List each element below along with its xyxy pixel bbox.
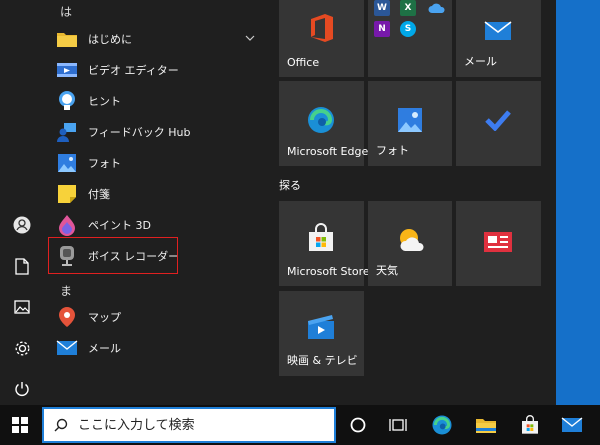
word-icon[interactable]: W [374,0,390,16]
tile-movies-tv[interactable]: 映画 & テレビ [279,291,364,376]
mail-icon [484,21,512,40]
tile-office[interactable]: Office [279,0,364,77]
mail-icon [561,417,583,432]
app-item-label: ヒント [88,95,121,108]
app-item-label: はじめに [88,33,132,46]
task-view-icon [389,419,407,431]
search-icon [54,418,68,432]
tile-mail[interactable]: メール [456,0,541,77]
tile-label: メール [464,55,497,68]
cortana-button[interactable] [338,405,378,445]
office-icon [311,14,333,42]
tile-label: フォト [376,144,409,157]
taskbar-mail-button[interactable] [552,405,592,445]
map-pin-icon [54,304,80,330]
app-item-sticky-notes[interactable]: 付箋 [52,179,264,209]
tile-label: Microsoft Store [287,265,370,278]
edge-icon [308,107,334,133]
app-item-label: メール [88,342,121,355]
lightbulb-icon [54,88,80,114]
tile-store[interactable]: Microsoft Store [279,201,370,286]
taskbar-search-box[interactable] [42,407,336,443]
tile-photos[interactable]: フォト [368,81,452,166]
cortana-icon [350,417,366,433]
excel-icon[interactable]: X [400,0,416,16]
app-item-label: フォト [88,157,121,170]
onedrive-icon[interactable] [428,0,446,16]
taskbar [0,405,600,445]
tile-label: Microsoft Edge [287,145,369,158]
app-item-maps[interactable]: マップ [52,302,264,332]
start-button[interactable] [0,405,40,445]
search-input[interactable] [78,415,318,435]
tile-label: 天気 [376,264,398,277]
tile-label: Office [287,56,320,69]
tile-weather[interactable]: 天気 [368,201,452,286]
app-item-label: フィードバック Hub [88,126,191,139]
chevron-down-icon[interactable] [244,32,256,44]
app-item-label: マップ [88,311,121,324]
section-letter-ha[interactable]: は [60,3,72,20]
tile-group-explore[interactable]: 探る [279,177,301,193]
edge-icon [432,415,452,435]
settings-icon [15,341,29,355]
app-item-label: ビデオ エディター [88,64,179,77]
skype-icon[interactable]: S [400,21,416,37]
section-letter-ma[interactable]: ま [60,282,72,299]
user-icon [13,216,31,234]
app-item-tips[interactable]: ヒント [52,86,264,116]
app-item-video-editor[interactable]: ビデオ エディター [52,55,264,85]
photos-icon [54,150,80,176]
folder-icon [54,26,80,52]
app-item-getting-started[interactable]: はじめに [52,24,264,54]
feedback-hub-icon [54,119,80,145]
tile-edge[interactable]: Microsoft Edge [279,81,368,166]
video-editor-icon [54,57,80,83]
user-account-button[interactable] [0,205,44,245]
store-icon [522,415,538,434]
sticky-notes-icon [54,181,80,207]
taskbar-edge-button[interactable] [422,405,462,445]
power-icon [15,382,29,396]
pictures-button[interactable] [0,287,44,327]
start-rail [0,0,44,405]
highlight-box [48,237,178,274]
photos-icon [398,108,422,132]
app-item-photos[interactable]: フォト [52,148,264,178]
paint-3d-icon [54,212,80,238]
weather-icon [400,229,424,251]
tile-todo[interactable] [456,81,541,166]
taskbar-file-explorer-button[interactable] [466,405,506,445]
app-list: は はじめに ビデオ エディター ヒント フィードバック Hub フォト 付箋 … [44,0,270,405]
desktop-background [556,0,600,405]
app-item-label: 付箋 [88,188,110,201]
app-item-paint-3d[interactable]: ペイント 3D [52,210,264,240]
documents-icon [15,257,29,275]
pictures-icon [14,300,30,314]
mail-icon [54,335,80,361]
store-icon [309,223,333,251]
tile-office-apps-group[interactable]: W X N S [368,0,452,77]
tile-news[interactable] [456,201,541,286]
windows-start-icon [12,417,28,433]
checkmark-icon [485,110,511,131]
onenote-icon[interactable]: N [374,21,390,37]
app-item-label: ペイント 3D [88,219,151,232]
app-item-feedback-hub[interactable]: フィードバック Hub [52,117,264,147]
documents-button[interactable] [0,246,44,286]
task-view-button[interactable] [378,405,418,445]
app-item-mail[interactable]: メール [52,333,264,363]
settings-button[interactable] [0,328,44,368]
movies-tv-icon [308,315,334,339]
tile-label: 映画 & テレビ [287,354,358,367]
power-button[interactable] [0,369,44,409]
file-explorer-icon [476,419,496,433]
news-icon [484,232,512,252]
taskbar-store-button[interactable] [510,405,550,445]
